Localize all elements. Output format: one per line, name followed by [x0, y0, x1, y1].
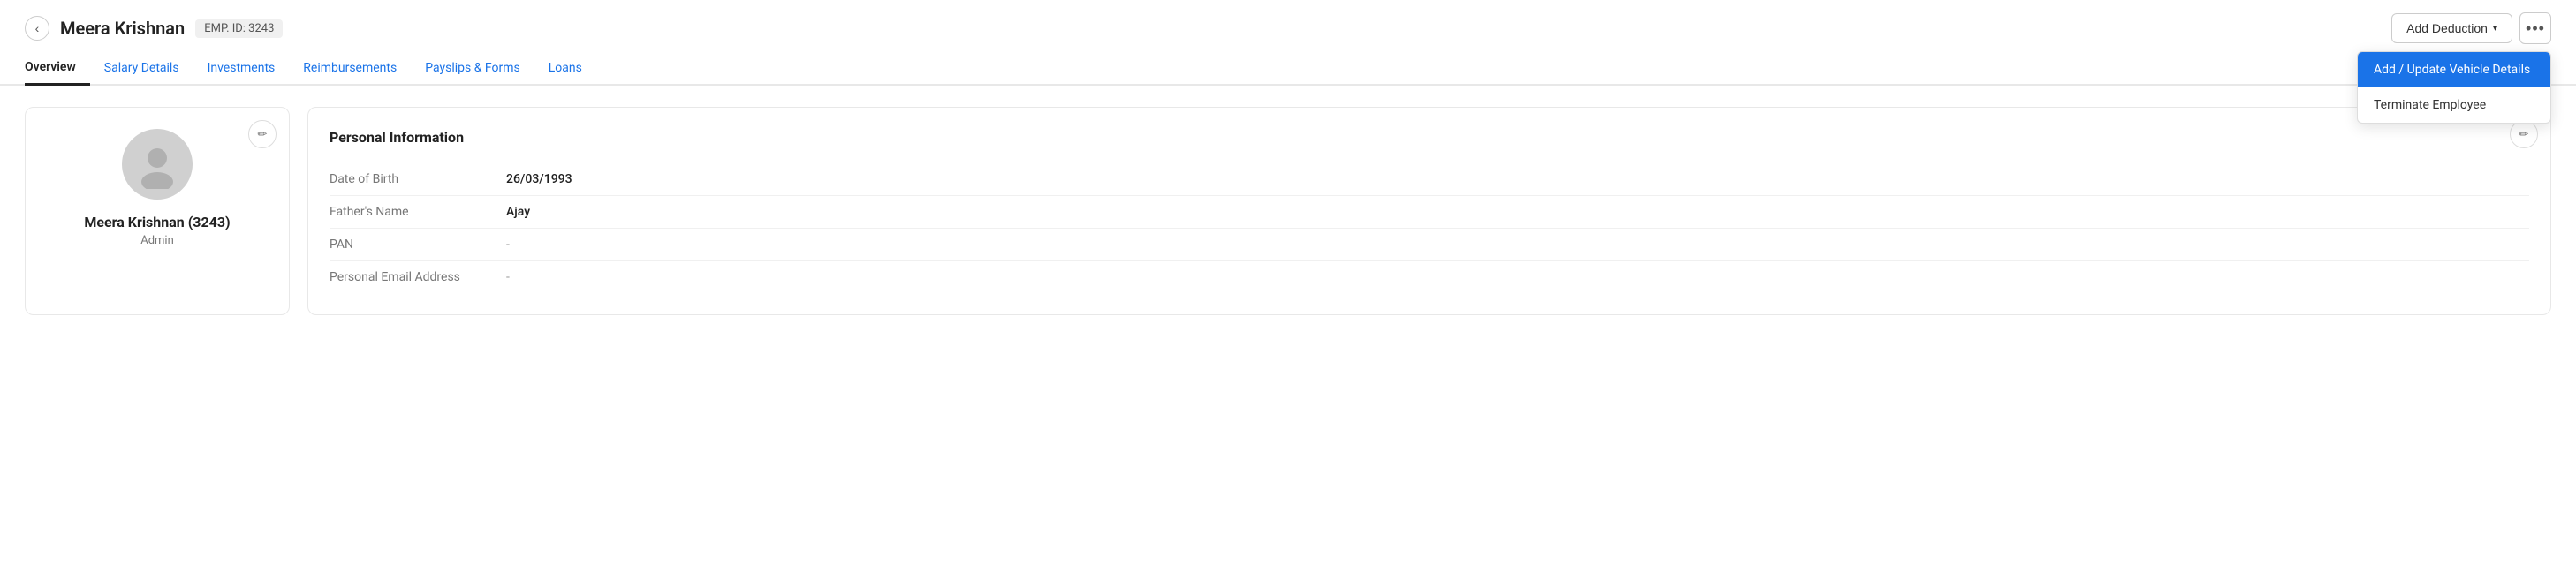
header-left: ‹ Meera Krishnan EMP. ID: 3243 [25, 16, 283, 41]
chevron-down-icon: ▾ [2493, 24, 2497, 34]
tabs-bar: Overview Salary Details Investments Reim… [0, 51, 2576, 86]
info-label-email: Personal Email Address [330, 270, 506, 284]
personal-info-edit-button[interactable]: ✏ [2510, 120, 2538, 148]
info-label-pan: PAN [330, 238, 506, 252]
tab-investments[interactable]: Investments [193, 52, 290, 86]
profile-role: Admin [140, 234, 174, 247]
back-icon: ‹ [35, 21, 40, 35]
header: ‹ Meera Krishnan EMP. ID: 3243 Add Deduc… [0, 0, 2576, 44]
personal-info-edit-icon: ✏ [2519, 127, 2529, 141]
personal-info-title: Personal Information [330, 129, 2529, 146]
edit-icon: ✏ [258, 127, 268, 141]
info-label-dob: Date of Birth [330, 172, 506, 186]
tab-salary-details[interactable]: Salary Details [90, 52, 193, 86]
tab-overview[interactable]: Overview [25, 51, 90, 86]
info-value-email: - [506, 270, 510, 284]
profile-name: Meera Krishnan (3243) [84, 214, 230, 230]
add-deduction-button[interactable]: Add Deduction ▾ [2391, 13, 2512, 43]
personal-info-card: Personal Information ✏ Date of Birth 26/… [307, 107, 2551, 315]
main-content: ✏ Meera Krishnan (3243) Admin Personal I… [0, 86, 2576, 336]
ellipsis-icon: ••• [2526, 19, 2545, 38]
profile-card: ✏ Meera Krishnan (3243) Admin [25, 107, 290, 315]
profile-edit-button[interactable]: ✏ [248, 120, 277, 148]
tab-payslips-forms[interactable]: Payslips & Forms [411, 52, 534, 86]
dropdown-menu: Add / Update Vehicle Details Terminate E… [2357, 51, 2551, 124]
add-deduction-label: Add Deduction [2406, 21, 2488, 35]
info-label-father: Father's Name [330, 205, 506, 219]
tab-loans[interactable]: Loans [534, 52, 596, 86]
header-right: Add Deduction ▾ ••• Add / Update Vehicle… [2391, 12, 2551, 44]
avatar [122, 129, 193, 200]
more-options-button[interactable]: ••• [2519, 12, 2551, 44]
info-value-dob: 26/03/1993 [506, 172, 572, 186]
back-button[interactable]: ‹ [25, 16, 49, 41]
info-value-father: Ajay [506, 205, 530, 219]
info-row-pan: PAN - [330, 229, 2529, 261]
dropdown-item-terminate-employee[interactable]: Terminate Employee [2358, 87, 2550, 123]
info-value-pan: - [506, 238, 510, 252]
dropdown-item-add-update-vehicle[interactable]: Add / Update Vehicle Details [2358, 52, 2550, 87]
info-row-father: Father's Name Ajay [330, 196, 2529, 229]
avatar-svg [133, 140, 182, 189]
tab-reimbursements[interactable]: Reimbursements [289, 52, 411, 86]
employee-name: Meera Krishnan [60, 18, 185, 39]
info-row-dob: Date of Birth 26/03/1993 [330, 163, 2529, 196]
info-row-email: Personal Email Address - [330, 261, 2529, 293]
emp-id-badge: EMP. ID: 3243 [195, 19, 283, 38]
